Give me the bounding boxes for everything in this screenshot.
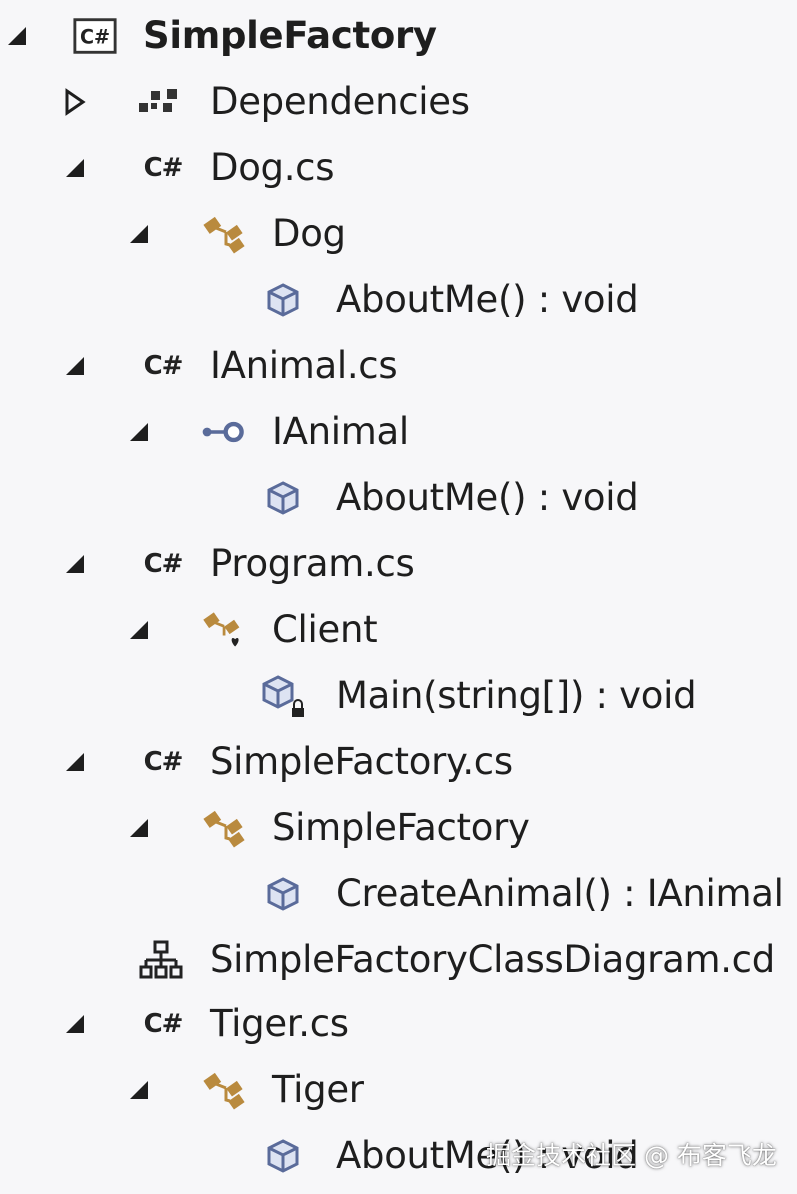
csharp-file-icon: C#: [143, 153, 184, 183]
class-label: Tiger: [272, 1068, 364, 1111]
tree-row-member[interactable]: Main(string[]) : void: [0, 663, 797, 729]
dependencies-icon: [136, 79, 182, 125]
expanded-arrow-icon[interactable]: [122, 811, 156, 845]
file-label: Dog.cs: [210, 146, 335, 189]
file-label: Program.cs: [210, 542, 415, 585]
csharp-project-icon: C#: [72, 13, 118, 59]
member-label: CreateAnimal() : IAnimal: [336, 872, 784, 915]
interface-icon: [200, 409, 246, 455]
class-icon: [202, 805, 248, 851]
tree-row-file[interactable]: C# Program.cs: [0, 531, 797, 597]
tree-row-file[interactable]: C# IAnimal.cs: [0, 333, 797, 399]
expanded-arrow-icon[interactable]: [0, 19, 34, 53]
csharp-file-icon: C#: [143, 351, 184, 381]
interface-label: IAnimal: [272, 410, 409, 453]
tree-row-class[interactable]: Dog: [0, 201, 797, 267]
class-label: SimpleFactory: [272, 806, 530, 849]
tree-row-class[interactable]: Tiger: [0, 1057, 797, 1123]
method-icon: [260, 475, 306, 521]
expanded-arrow-icon[interactable]: [122, 1073, 156, 1107]
tree-row-member[interactable]: AboutMe() : void: [0, 267, 797, 333]
tree-row-interface[interactable]: IAnimal: [0, 399, 797, 465]
tree-row-file[interactable]: C# Tiger.cs: [0, 991, 797, 1057]
tree-row-diagram[interactable]: SimpleFactoryClassDiagram.cd: [0, 927, 797, 993]
file-label: IAnimal.cs: [210, 344, 398, 387]
tree-row-member[interactable]: AboutMe() : void: [0, 465, 797, 531]
member-label: AboutMe() : void: [336, 278, 639, 321]
expanded-arrow-icon[interactable]: [122, 415, 156, 449]
method-icon: [260, 1133, 306, 1179]
expanded-arrow-icon[interactable]: [58, 1007, 92, 1041]
tree-row-class[interactable]: SimpleFactory: [0, 795, 797, 861]
watermark: 掘金技术社区 @ 布客飞龙: [486, 1141, 777, 1170]
expanded-arrow-icon[interactable]: [122, 613, 156, 647]
csharp-file-icon: C#: [143, 747, 184, 777]
svg-text:C#: C#: [80, 26, 110, 49]
tree-row-file[interactable]: C# Dog.cs: [0, 135, 797, 201]
csharp-file-icon: C#: [143, 549, 184, 579]
member-label: Main(string[]) : void: [336, 674, 697, 717]
collapsed-arrow-icon[interactable]: [58, 85, 92, 119]
private-method-icon: [260, 673, 306, 719]
tree-row-member[interactable]: CreateAnimal() : IAnimal: [0, 861, 797, 927]
tree-row-dependencies[interactable]: Dependencies: [0, 69, 797, 135]
dependencies-label: Dependencies: [210, 80, 470, 123]
class-label: Dog: [272, 212, 346, 255]
diagram-label: SimpleFactoryClassDiagram.cd: [210, 938, 775, 981]
class-label: Client: [272, 608, 378, 651]
method-icon: [260, 277, 306, 323]
project-label: SimpleFactory: [143, 14, 437, 57]
tree-row-class[interactable]: Client: [0, 597, 797, 663]
csharp-file-icon: C#: [143, 1009, 184, 1039]
file-label: SimpleFactory.cs: [210, 740, 513, 783]
method-icon: [260, 871, 306, 917]
class-icon: [202, 211, 248, 257]
expanded-arrow-icon[interactable]: [58, 151, 92, 185]
expanded-arrow-icon[interactable]: [58, 547, 92, 581]
file-label: Tiger.cs: [210, 1002, 349, 1045]
class-diagram-icon: [138, 937, 184, 983]
expanded-arrow-icon[interactable]: [58, 745, 92, 779]
tree-row-project[interactable]: C# SimpleFactory: [0, 3, 797, 69]
expanded-arrow-icon[interactable]: [58, 349, 92, 383]
class-icon: [202, 1067, 248, 1113]
expanded-arrow-icon[interactable]: [122, 217, 156, 251]
tree-row-file[interactable]: C# SimpleFactory.cs: [0, 729, 797, 795]
internal-class-icon: [202, 607, 248, 653]
member-label: AboutMe() : void: [336, 476, 639, 519]
